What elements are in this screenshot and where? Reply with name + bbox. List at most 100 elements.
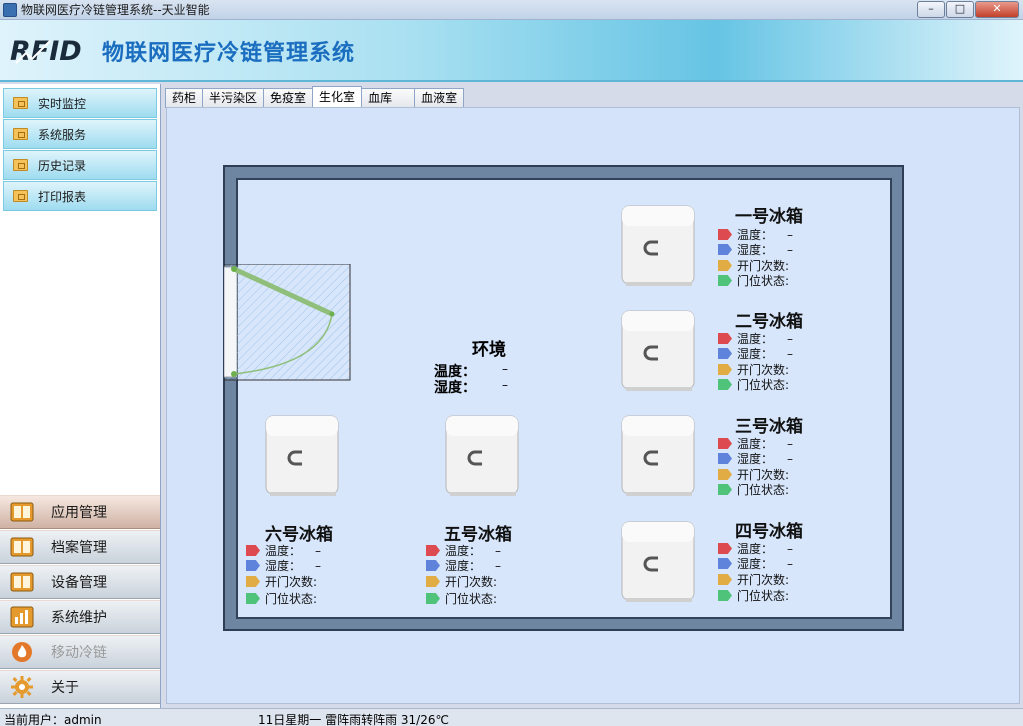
folder-icon — [13, 97, 28, 109]
environment-humidity: 湿度： – — [434, 377, 508, 397]
fridge-1-door-status: 门位状态: — [718, 273, 789, 288]
nav-item-print-report[interactable]: 打印报表 — [3, 181, 157, 211]
gear-icon — [10, 676, 34, 698]
menu-mobile-cold-chain[interactable]: 移动冷链 — [0, 635, 160, 669]
door-count-label: 开门次数: — [737, 573, 790, 587]
tab-blood-room[interactable]: 血液室 — [414, 88, 465, 108]
fridge-3-temp-value: – — [787, 436, 794, 451]
nav-item-label: 实时监控 — [38, 96, 87, 111]
menu-system-maintenance[interactable]: 系统维护 — [0, 600, 160, 634]
close-button[interactable]: ✕ — [975, 1, 1019, 18]
header-banner: RFID 物联网医疗冷链管理系统 — [0, 20, 1023, 82]
current-user: 当前用户：admin — [4, 713, 102, 726]
menu-app-management[interactable]: 应用管理 — [0, 495, 160, 529]
nav-item-system-service[interactable]: 系统服务 — [3, 119, 157, 149]
fridge-icon[interactable] — [442, 414, 524, 498]
fridge-3-door-count: 开门次数: — [718, 467, 789, 482]
tab-biochemistry[interactable]: 生化室 — [312, 86, 363, 108]
temp-tag-icon — [246, 545, 260, 556]
menu-item-label: 设备管理 — [51, 575, 107, 591]
nav-item-history[interactable]: 历史记录 — [3, 150, 157, 180]
tab-semi-contaminated[interactable]: 半污染区 — [202, 88, 265, 108]
fridge-2-door-status: 门位状态: — [718, 377, 789, 392]
window-title: 物联网医疗冷链管理系统--天业智能 — [21, 3, 210, 17]
environment-humidity-label: 湿度： — [434, 380, 476, 396]
door-status-label: 门位状态: — [265, 592, 318, 606]
rfid-logo: RFID — [10, 36, 82, 67]
fridge-icon[interactable] — [618, 414, 700, 498]
fridge-4-door-count: 开门次数: — [718, 572, 789, 587]
temp-tag-icon — [718, 438, 732, 449]
menu-item-label: 移动冷链 — [51, 645, 107, 661]
nav-item-realtime-monitor[interactable]: 实时监控 — [3, 88, 157, 118]
environment-temp-value: – — [502, 362, 508, 376]
fridge-3-temp: 温度： – — [718, 436, 793, 451]
humidity-tag-icon — [426, 560, 440, 571]
humidity-tag-icon — [246, 560, 260, 571]
tab-medicine-cabinet[interactable]: 药柜 — [165, 88, 204, 108]
room-floor — [236, 178, 892, 619]
door-count-tag-icon — [246, 576, 260, 587]
minimize-button[interactable]: – — [917, 1, 945, 18]
folder-icon — [13, 128, 28, 140]
fridge-icon[interactable] — [618, 520, 700, 604]
fridge-6-humidity: 湿度： – — [246, 558, 321, 573]
nav-item-label: 系统服务 — [38, 127, 87, 142]
fridge-icon[interactable] — [618, 204, 700, 288]
fridge-2-name: 二号冰箱 — [735, 312, 803, 332]
maximize-button[interactable]: □ — [946, 1, 974, 18]
door-count-label: 开门次数: — [445, 575, 498, 589]
tab-immunology[interactable]: 免疫室 — [263, 88, 314, 108]
window-controls: – □ ✕ — [916, 1, 1019, 18]
fridge-5-temp: 温度： – — [426, 543, 501, 558]
door-status-label: 门位状态: — [737, 274, 790, 288]
folder-icon — [13, 190, 28, 202]
tab-blood-bank[interactable]: 血库 — [361, 88, 416, 108]
fridge-6-door-status: 门位状态: — [246, 591, 317, 606]
status-bar: 当前用户：admin 11日星期一 雷阵雨转阵雨 31/26℃ — [0, 708, 1023, 726]
fridge-5-humidity: 湿度： – — [426, 558, 501, 573]
fridge-5-door-status: 门位状态: — [426, 591, 497, 606]
fridge-2-temp: 温度： – — [718, 331, 793, 346]
menu-archive-management[interactable]: 档案管理 — [0, 530, 160, 564]
fridge-3-door-status: 门位状态: — [718, 482, 789, 497]
fridge-6-temp: 温度： – — [246, 543, 321, 558]
door-status-tag-icon — [718, 379, 732, 390]
door-status-tag-icon — [718, 275, 732, 286]
panel-icon — [10, 501, 34, 523]
fridge-icon[interactable] — [618, 309, 700, 393]
fridge-2-temp-value: – — [787, 331, 794, 346]
door-count-tag-icon — [718, 469, 732, 480]
fridge-5-temp-value: – — [495, 543, 502, 558]
menu-about[interactable]: 关于 — [0, 670, 160, 704]
humidity-label: 湿度： — [737, 347, 774, 361]
humidity-label: 湿度： — [737, 243, 774, 257]
fridge-2-humidity-value: – — [787, 346, 794, 361]
folder-icon — [13, 159, 28, 171]
fridge-4-humidity-value: – — [787, 556, 794, 571]
humidity-tag-icon — [718, 558, 732, 569]
fridge-1-temp: 温度： – — [718, 227, 793, 242]
environment-humidity-value: – — [502, 378, 508, 392]
fridge-4-temp: 温度： – — [718, 541, 793, 556]
fridge-1-humidity-value: – — [787, 242, 794, 257]
nav-item-label: 打印报表 — [38, 189, 87, 204]
weather-info: 11日星期一 雷阵雨转阵雨 31/26℃ — [258, 713, 449, 726]
fridge-4-name: 四号冰箱 — [735, 522, 803, 542]
fridge-6-humidity-value: – — [315, 558, 322, 573]
left-panel: 实时监控 系统服务 历史记录 打印报表 应用管理 档案管理 设备管理 系统维护 — [0, 84, 161, 708]
panel-icon — [10, 536, 34, 558]
fridge-1-temp-value: – — [787, 227, 794, 242]
humidity-label: 湿度： — [265, 559, 302, 573]
fridge-2-door-count: 开门次数: — [718, 362, 789, 377]
door-status-label: 门位状态: — [737, 483, 790, 497]
bar-chart-icon — [10, 606, 34, 628]
fridge-icon[interactable] — [262, 414, 344, 498]
door-count-tag-icon — [718, 364, 732, 375]
menu-device-management[interactable]: 设备管理 — [0, 565, 160, 599]
room-tabs: 药柜 半污染区 免疫室 生化室 血库 血液室 — [165, 86, 465, 108]
door-status-tag-icon — [718, 590, 732, 601]
fridge-5-humidity-value: – — [495, 558, 502, 573]
fridge-6-temp-value: – — [315, 543, 322, 558]
fridge-4-door-status: 门位状态: — [718, 588, 789, 603]
